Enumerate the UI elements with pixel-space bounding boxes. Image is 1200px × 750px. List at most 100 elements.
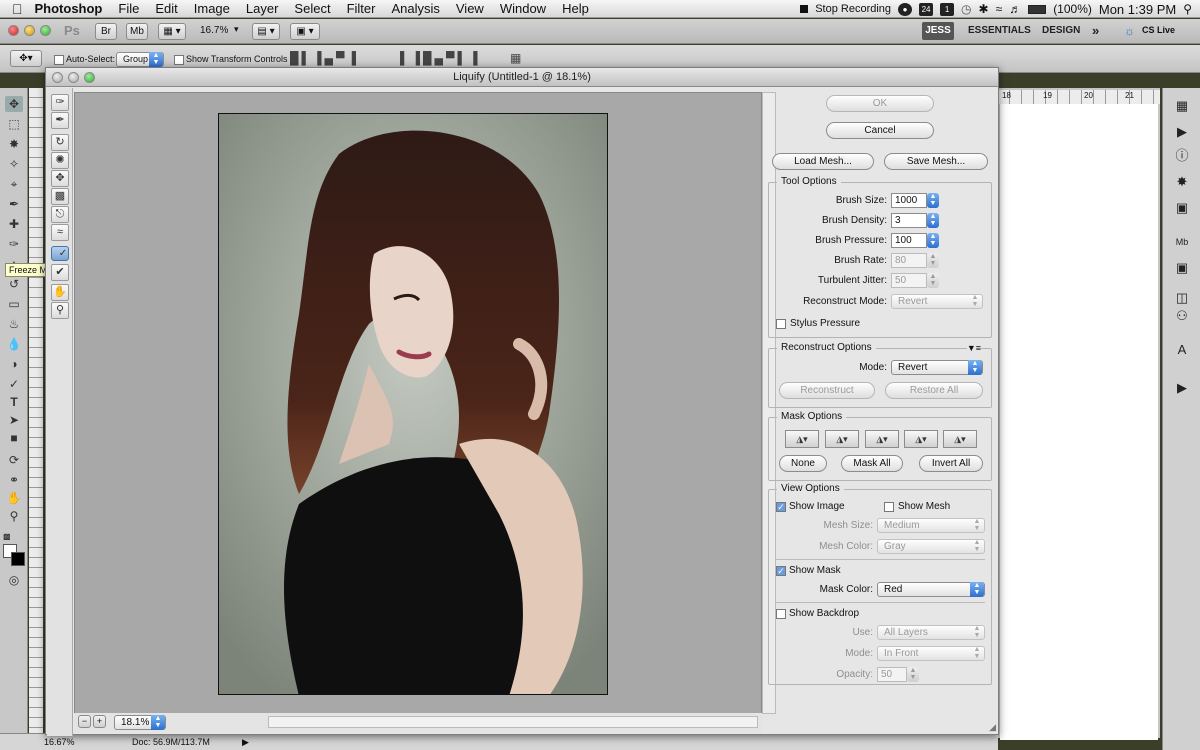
zoom-out-button[interactable]: − [78, 715, 91, 728]
calendar-badge-icon[interactable]: 24 [919, 2, 934, 16]
info-panel-icon[interactable]: ⓘ [1172, 146, 1192, 166]
zoom-tool-icon[interactable]: ⚲ [5, 508, 23, 524]
mask-subtract-from-selection-icon[interactable]: ◮▾ [865, 430, 899, 448]
mask-add-to-selection-icon[interactable]: ◮▾ [825, 430, 859, 448]
dialog-close-button[interactable] [52, 72, 63, 83]
move-tool-icon[interactable]: ✥ [5, 96, 23, 112]
arrange-documents-button[interactable]: ▤ ▾ [252, 23, 280, 40]
hand-tool-icon[interactable]: ✋ [5, 490, 23, 506]
menu-analysis[interactable]: Analysis [383, 1, 447, 16]
cs-live-button[interactable]: CS Live [1142, 25, 1175, 35]
transform-panel-icon[interactable]: ▣ [1172, 198, 1192, 218]
align-buttons-icon[interactable]: █▌▐▄▀▐ [290, 51, 359, 65]
wifi-icon[interactable]: ≈ [996, 2, 1003, 16]
blur-tool-icon[interactable]: 💧 [5, 336, 23, 352]
dialog-minimize-button[interactable] [68, 72, 79, 83]
view-extras-button[interactable]: ▦ ▾ [158, 23, 186, 40]
opacity-input[interactable]: 50 [877, 667, 907, 682]
menu-edit[interactable]: Edit [147, 1, 185, 16]
menu-select[interactable]: Select [286, 1, 338, 16]
reconstruct-mode-select[interactable]: Revert ▲ ▼ [891, 294, 983, 309]
brush-density-stepper[interactable]: ▲ ▼ [927, 213, 939, 228]
use-select[interactable]: All Layers ▲ ▼ [877, 625, 985, 640]
brush-rate-input[interactable]: 80 [891, 253, 927, 268]
default-colors-icon[interactable]: ▩ [3, 532, 11, 541]
auto-select-dropdown[interactable]: Group ▲ ▼ [116, 52, 164, 67]
history-panel-icon[interactable]: ▦ [1172, 96, 1192, 116]
stop-recording-icon[interactable] [800, 5, 809, 13]
workspace-user[interactable]: JESS [922, 22, 954, 40]
window-close-button[interactable] [8, 25, 19, 36]
dialog-title-bar[interactable]: Liquify (Untitled-1 @ 18.1%) [46, 68, 998, 87]
show-backdrop-checkbox[interactable] [776, 609, 786, 619]
save-mesh-button[interactable]: Save Mesh... [884, 153, 988, 170]
show-transform-checkbox[interactable] [174, 55, 184, 65]
workspace-more-button[interactable]: » [1092, 19, 1099, 43]
brush-density-input[interactable]: 3 [891, 213, 927, 228]
dodge-tool-icon[interactable]: ◑ [5, 356, 23, 372]
background-color-swatch[interactable] [11, 552, 25, 566]
3d-orbit-tool-icon[interactable]: ⚭ [5, 472, 23, 488]
workspace-design[interactable]: DESIGN [1042, 19, 1080, 43]
brush-size-input[interactable]: 1000 [891, 193, 927, 208]
opacity-stepper[interactable]: ▲ ▼ [907, 667, 919, 682]
battery-icon[interactable] [1028, 4, 1047, 14]
3d-rotate-tool-icon[interactable]: ⟳ [5, 452, 23, 468]
thaw-mask-tool-icon[interactable]: ✔ [51, 264, 69, 281]
stop-recording-label[interactable]: Stop Recording [815, 3, 891, 15]
preview-horizontal-scrollbar[interactable] [268, 716, 758, 728]
mask-invert-selection-icon[interactable]: ◮▾ [943, 430, 977, 448]
freeze-mask-tool-icon[interactable]: ✓ [51, 246, 69, 261]
app-status-icon[interactable]: ● [898, 2, 913, 16]
workspace-essentials[interactable]: ESSENTIALS [968, 19, 1031, 43]
mesh-color-select[interactable]: Gray ▲ ▼ [877, 539, 985, 554]
bridge-button[interactable]: Br [95, 23, 117, 40]
layer-comps-panel-icon[interactable]: ◫ [1172, 288, 1192, 308]
zoom-tool-icon[interactable]: ⚲ [51, 302, 69, 319]
spotlight-icon[interactable]: ⚲ [1183, 2, 1192, 16]
lasso-tool-icon[interactable]: ✸ [5, 136, 23, 152]
brush-pressure-stepper[interactable]: ▲ ▼ [927, 233, 939, 248]
stylus-pressure-checkbox[interactable] [776, 319, 786, 329]
turbulence-tool-icon[interactable]: ≈ [51, 224, 69, 241]
cancel-button[interactable]: Cancel [826, 122, 934, 139]
crop-tool-icon[interactable]: ⌖ [5, 176, 23, 192]
brush-pressure-input[interactable]: 100 [891, 233, 927, 248]
backdrop-mode-select[interactable]: In Front ▲ ▼ [877, 646, 985, 661]
mesh-size-select[interactable]: Medium ▲ ▼ [877, 518, 985, 533]
hand-tool-icon[interactable]: ✋ [51, 284, 69, 301]
menu-layer[interactable]: Layer [238, 1, 287, 16]
reconstruct-tool-icon[interactable]: ✒ [51, 112, 69, 129]
character-panel-icon[interactable]: A [1172, 340, 1192, 360]
screen-mode-button[interactable]: ▣ ▾ [290, 23, 320, 40]
bluetooth-icon[interactable]: ✱ [979, 2, 989, 16]
zoom-select[interactable]: 18.1% ▲ ▼ [114, 715, 166, 730]
menu-help[interactable]: Help [554, 1, 597, 16]
show-image-checkbox[interactable]: ✓ [776, 502, 786, 512]
reconstruct-button[interactable]: Reconstruct [779, 382, 875, 399]
reconstruct-panel-menu-icon[interactable]: ▼≡ [966, 343, 981, 353]
show-mesh-checkbox[interactable] [884, 502, 894, 512]
distribute-buttons-icon[interactable]: ▌▐█▄▀▌▐ [400, 51, 481, 65]
menubar-clock[interactable]: Mon 1:39 PM [1099, 2, 1176, 17]
mask-all-button[interactable]: Mask All [841, 455, 903, 472]
path-selection-tool-icon[interactable]: ➤ [5, 412, 23, 428]
bloat-tool-icon[interactable]: ✥ [51, 170, 69, 187]
healing-brush-tool-icon[interactable]: ✚ [5, 216, 23, 232]
mask-intersect-selection-icon[interactable]: ◮▾ [904, 430, 938, 448]
eyedropper-tool-icon[interactable]: ✒ [5, 196, 23, 212]
window-minimize-button[interactable] [24, 25, 35, 36]
brush-rate-stepper[interactable]: ▲ ▼ [927, 253, 939, 268]
mask-replace-selection-icon[interactable]: ◮▾ [785, 430, 819, 448]
actions-panel-icon[interactable]: ▶ [1172, 122, 1192, 142]
notification-badge-icon[interactable]: 1 [940, 2, 955, 16]
navigator-panel-icon[interactable]: ✸ [1172, 172, 1192, 192]
app-menu[interactable]: Photoshop [29, 1, 111, 16]
paint-bucket-tool-icon[interactable]: ♨ [5, 316, 23, 332]
turbulent-jitter-input[interactable]: 50 [891, 273, 927, 288]
ok-button[interactable]: OK [826, 95, 934, 112]
mini-bridge-panel-icon[interactable]: Mb [1172, 232, 1192, 252]
dialog-zoom-button[interactable] [84, 72, 95, 83]
reconstruct-mode-dropdown[interactable]: Revert ▲ ▼ [891, 360, 983, 375]
eraser-tool-icon[interactable]: ▭ [5, 296, 23, 312]
